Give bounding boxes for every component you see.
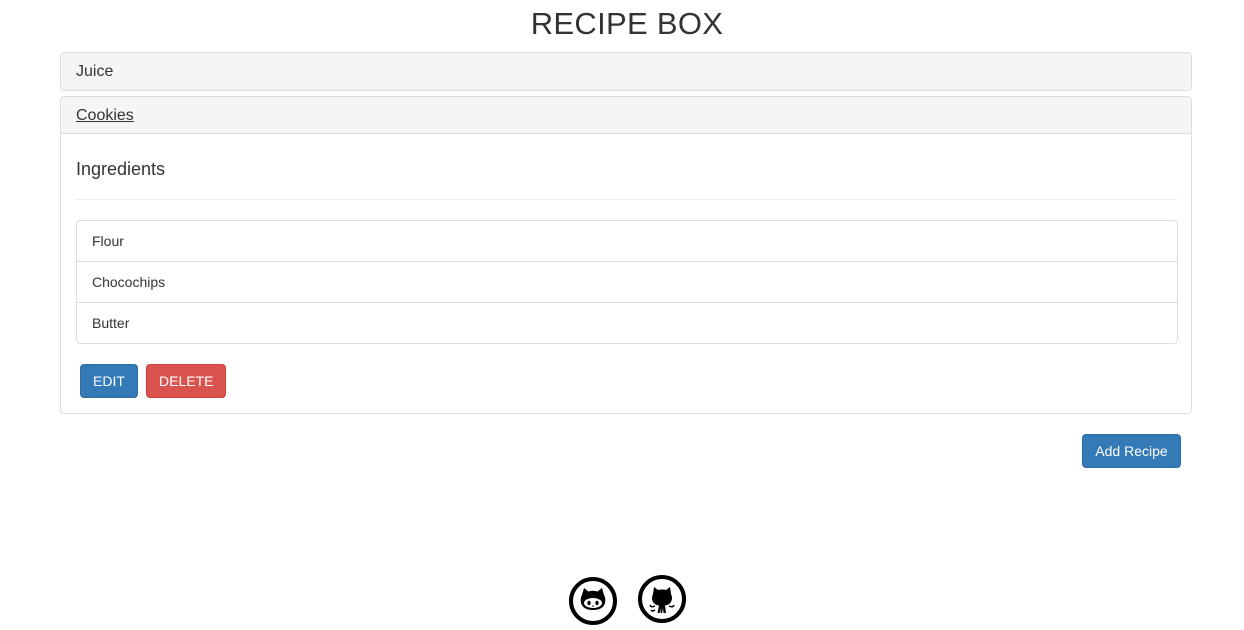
recipe-panel-juice: Juice (60, 52, 1192, 91)
recipe-panel-heading[interactable]: Juice (61, 53, 1191, 90)
ingredient-item: Flour (77, 221, 1177, 262)
github-octocat-icon[interactable] (638, 575, 686, 623)
delete-button[interactable]: DELETE (146, 364, 226, 398)
edit-button[interactable]: EDIT (80, 364, 138, 398)
recipe-panel-heading[interactable]: Cookies (61, 97, 1191, 134)
ingredient-item: Butter (92, 315, 130, 331)
ingredient-list: Flour Chocochips Butter (76, 220, 1178, 344)
recipe-title-link[interactable]: Cookies (76, 107, 134, 124)
page-title: RECIPE BOX (530, 6, 724, 41)
recipe-title-link[interactable]: Juice (76, 63, 113, 80)
ingredient-item: Chocochips (77, 262, 1177, 303)
github-octocat-icon[interactable] (569, 577, 617, 625)
ingredients-heading: Ingredients (76, 159, 166, 179)
recipe-panel-cookies: Cookies Ingredients Flour Chocochips But… (60, 96, 1192, 414)
add-recipe-button[interactable]: Add Recipe (1082, 434, 1181, 468)
divider (76, 199, 1178, 200)
